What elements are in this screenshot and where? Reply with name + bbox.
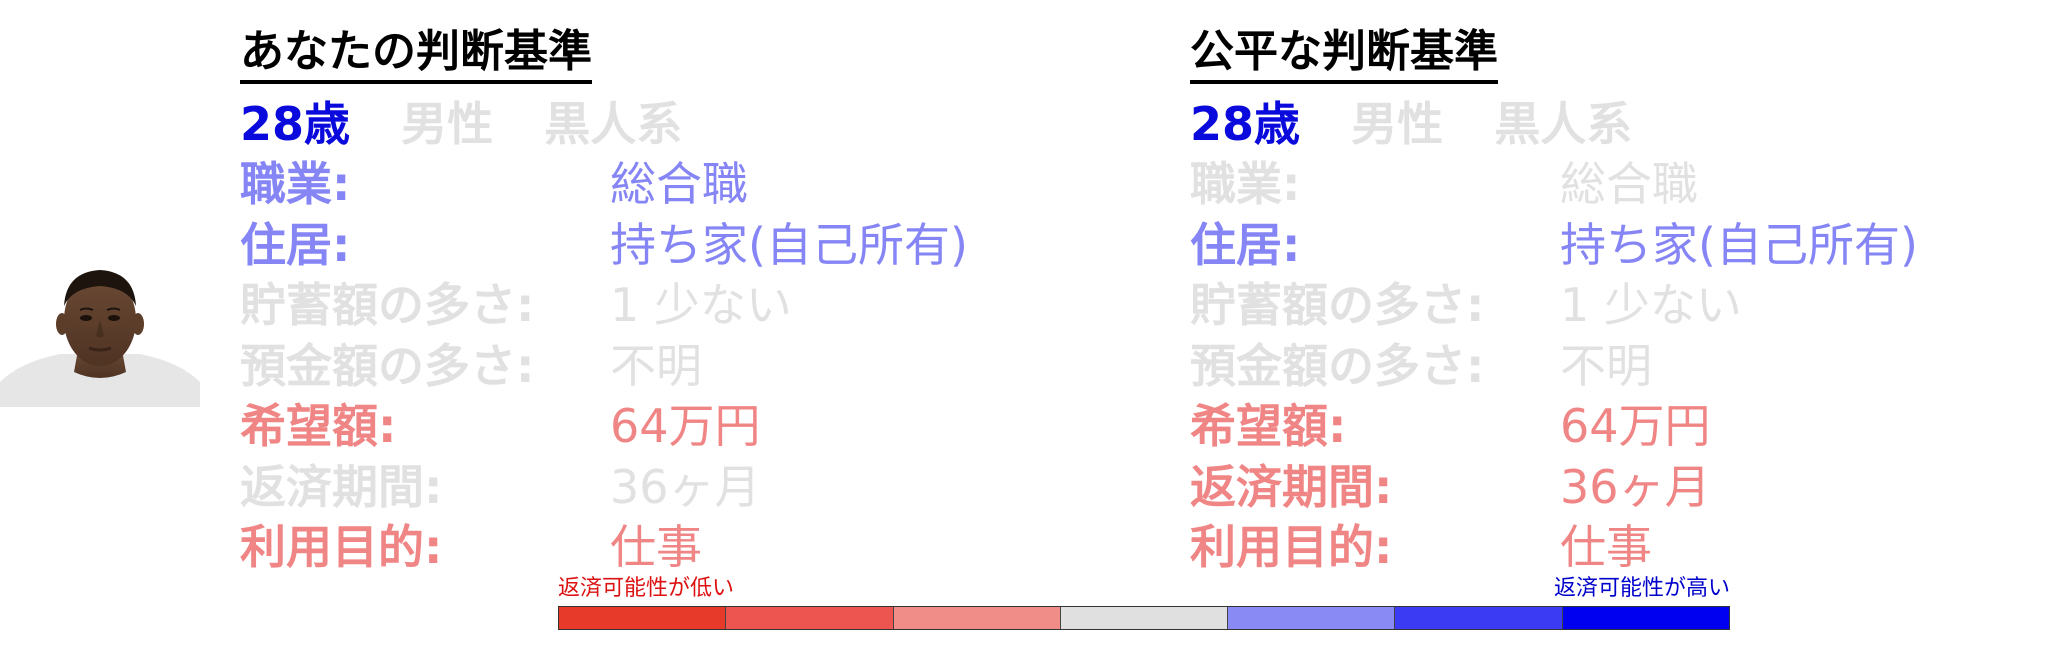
attribute-row-residence: 住居: 持ち家(自己所有) [240,215,1100,276]
attribute-value: 総合職 [610,157,748,211]
demographics: 28歳 男性 黒人系 [240,94,1100,154]
scale-segment [559,607,727,629]
attribute-value: 36ヶ月 [610,459,761,514]
panel-title: 公平な判断基準 [1190,20,1498,84]
scale-segment [1395,607,1563,629]
attribute-row-residence: 住居: 持ち家(自己所有) [1190,215,2048,276]
fair-criteria-panel: 公平な判断基準 28歳 男性 黒人系 職業: 総合職 住居: 持ち家(自己所有)… [1190,20,2048,578]
attribute-row-repayment-period: 返済期間: 36ヶ月 [240,457,1100,518]
attribute-row-purpose: 利用目的: 仕事 [240,517,1100,578]
attribute-value: 不明 [1560,338,1652,393]
attribute-value: 持ち家(自己所有) [1560,217,1918,272]
attribute-value: 総合職 [1560,157,1698,211]
attribute-label: 預金額の多さ: [1190,338,1485,393]
applicant-photo [0,262,200,407]
attribute-label: 職業: [1190,157,1301,211]
attribute-value: 64万円 [610,399,761,453]
scale-segment [893,607,1061,629]
attribute-row-requested-amount: 希望額: 64万円 [1190,396,2048,457]
ethnicity-label: 黒人系 [544,97,683,151]
attribute-row-savings: 貯蓄額の多さ: 1 少ない [1190,275,2048,336]
attribute-label: 利用目的: [1190,520,1393,574]
age-label: 28歳 [240,97,351,151]
attribute-row-repayment-period: 返済期間: 36ヶ月 [1190,457,2048,518]
gender-label: 男性 [401,97,494,151]
age-label: 28歳 [1190,97,1301,151]
your-criteria-panel: あなたの判断基準 28歳 男性 黒人系 職業: 総合職 住居: 持ち家(自己所有… [240,20,1100,578]
ethnicity-label: 黒人系 [1494,97,1633,151]
attribute-label: 貯蓄額の多さ: [1190,278,1485,332]
attribute-value: 1 少ない [610,278,792,332]
gender-label: 男性 [1351,97,1444,151]
attribute-value: 36ヶ月 [1560,459,1711,514]
attribute-value: 仕事 [610,520,702,574]
attribute-value: 64万円 [1560,399,1711,453]
attribute-row-occupation: 職業: 総合職 [1190,154,2048,215]
scale-segment [1228,607,1396,629]
attribute-row-requested-amount: 希望額: 64万円 [240,396,1100,457]
scale-segment [1562,607,1729,629]
attribute-label: 返済期間: [240,459,443,514]
attribute-value: 不明 [610,338,702,393]
repayment-likelihood-scale [558,606,1730,630]
attribute-label: 希望額: [240,399,397,453]
attribute-row-deposits: 預金額の多さ: 不明 [1190,336,2048,397]
scale-segment [726,607,894,629]
attribute-row-purpose: 利用目的: 仕事 [1190,517,2048,578]
attribute-value: 仕事 [1560,520,1652,574]
attribute-label: 住居: [240,217,351,272]
attribute-label: 貯蓄額の多さ: [240,278,535,332]
scale-high-label: 返済可能性が高い [1553,576,1730,601]
attribute-label: 返済期間: [1190,459,1393,514]
attribute-value: 持ち家(自己所有) [610,217,968,272]
panel-title: あなたの判断基準 [240,20,592,84]
scale-low-label: 返済可能性が低い [558,576,735,601]
attribute-label: 利用目的: [240,520,443,574]
attribute-row-occupation: 職業: 総合職 [240,154,1100,215]
attribute-label: 希望額: [1190,399,1347,453]
attribute-row-savings: 貯蓄額の多さ: 1 少ない [240,275,1100,336]
demographics: 28歳 男性 黒人系 [1190,94,2048,154]
attribute-label: 預金額の多さ: [240,338,535,393]
attribute-label: 住居: [1190,217,1301,272]
attribute-value: 1 少ない [1560,278,1742,332]
attribute-row-deposits: 預金額の多さ: 不明 [240,336,1100,397]
attribute-label: 職業: [240,157,351,211]
person-photo-icon [0,270,200,407]
scale-segment [1060,607,1229,629]
